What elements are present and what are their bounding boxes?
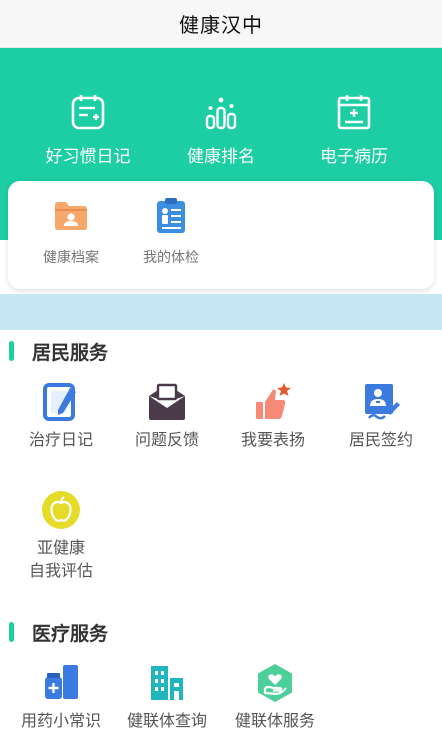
thumbs-up-star-icon <box>256 383 291 419</box>
apple-icon <box>42 491 80 529</box>
ranking-icon <box>205 97 237 130</box>
section-title: 医疗服务 <box>32 622 109 645</box>
resident-services-header: 居民服务 <box>0 338 108 364</box>
sub-health-label: 亚健康 <box>36 538 85 557</box>
feedback-label: 问题反馈 <box>134 430 199 449</box>
medical-record-label: 电子病历 <box>320 147 388 167</box>
alliance-service-button[interactable]: 健联体服务 <box>222 663 328 731</box>
treatment-diary-button[interactable]: 治疗日记 <box>8 382 114 450</box>
section-title: 居民服务 <box>32 341 109 364</box>
quick-card: 健康档案 我的体检 <box>8 181 434 289</box>
banner-strip <box>0 294 442 330</box>
envelope-icon <box>149 383 185 420</box>
heart-hand-hexagon-icon <box>258 664 292 702</box>
medicine-tips-button[interactable]: 用药小常识 <box>8 663 114 731</box>
treatment-diary-label: 治疗日记 <box>28 430 93 449</box>
section-accent-bar <box>9 341 14 361</box>
section-accent-bar <box>9 622 14 642</box>
self-assessment-label: 自我评估 <box>28 561 93 580</box>
resident-sign-label: 居民签约 <box>348 430 413 449</box>
doctor-sign-icon <box>365 384 400 420</box>
checkup-clipboard-icon <box>157 198 185 233</box>
health-file-label: 健康档案 <box>43 250 99 266</box>
medical-record-button[interactable]: 电子病历 <box>294 92 414 167</box>
medical-record-icon <box>337 95 371 130</box>
health-ranking-label: 健康排名 <box>187 147 255 167</box>
my-checkup-label: 我的体检 <box>143 250 199 266</box>
health-ranking-button[interactable]: 健康排名 <box>161 92 281 167</box>
my-checkup-button[interactable]: 我的体检 <box>126 195 216 267</box>
medical-services-header: 医疗服务 <box>0 619 108 645</box>
medicine-icon <box>45 665 78 699</box>
praise-button[interactable]: 我要表扬 <box>220 382 326 450</box>
feedback-button[interactable]: 问题反馈 <box>114 382 220 450</box>
praise-label: 我要表扬 <box>240 430 305 449</box>
habit-diary-icon <box>71 95 105 130</box>
health-file-folder-icon <box>55 202 87 230</box>
buildings-icon <box>151 666 183 700</box>
habit-diary-label: 好习惯日记 <box>45 147 131 167</box>
tablet-pen-icon <box>43 383 76 421</box>
habit-diary-button[interactable]: 好习惯日记 <box>28 92 148 167</box>
resident-sign-button[interactable]: 居民签约 <box>328 382 434 450</box>
page-title: 健康汉中 <box>179 13 263 37</box>
alliance-service-label: 健联体服务 <box>234 711 315 730</box>
alliance-query-button[interactable]: 健联体查询 <box>114 663 220 731</box>
health-file-button[interactable]: 健康档案 <box>26 195 116 267</box>
sub-health-assessment-button[interactable]: 亚健康 自我评估 <box>8 490 114 584</box>
top-bar: 健康汉中 <box>0 0 442 48</box>
alliance-query-label: 健联体查询 <box>126 711 207 730</box>
medicine-tips-label: 用药小常识 <box>20 711 101 730</box>
